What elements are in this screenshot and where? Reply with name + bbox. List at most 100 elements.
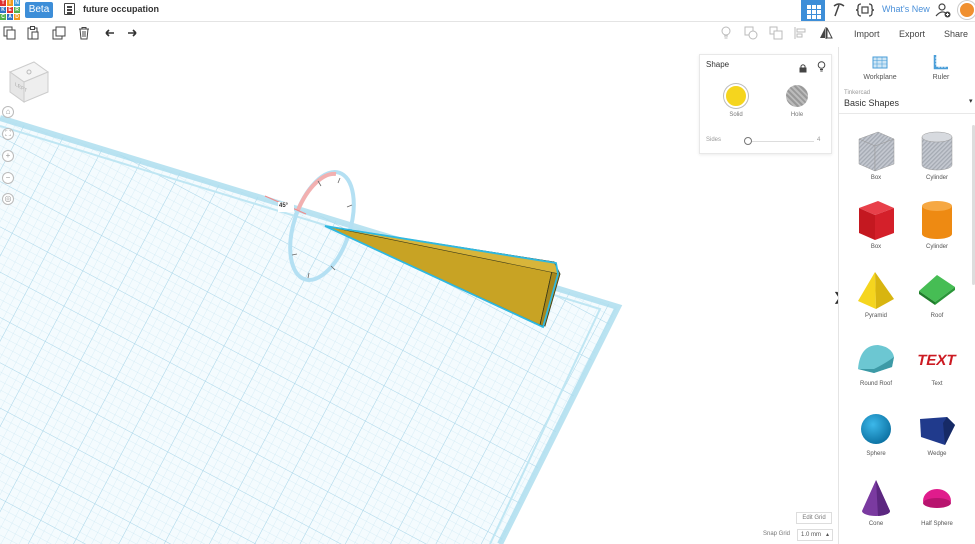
codeblocks-icon[interactable] — [855, 2, 875, 19]
shape-sphere[interactable]: Sphere — [846, 409, 906, 457]
cylinder-hole-icon — [921, 131, 953, 171]
perspective-icon[interactable]: ◎ — [2, 193, 14, 205]
inspector-title: Shape — [706, 60, 730, 69]
import-button[interactable]: Import — [854, 29, 880, 39]
view-cube[interactable]: LEFT — [8, 60, 50, 104]
logo-letter: I — [7, 0, 13, 6]
mirror-icon[interactable] — [818, 26, 834, 42]
logo-letter: C — [0, 14, 6, 20]
build-pickaxe-icon[interactable] — [830, 2, 848, 19]
tinkercad-app: T I N K E R C A D Beta future occupation… — [0, 0, 975, 544]
3d-view-button[interactable] — [801, 0, 825, 21]
snap-grid-label: Snap Grid — [763, 531, 791, 537]
shape-label: Box — [870, 175, 882, 181]
home-view-icon[interactable]: ⌂ — [2, 106, 14, 118]
zoom-out-icon[interactable]: − — [2, 172, 14, 184]
edit-grid-button[interactable]: Edit Grid — [796, 512, 832, 524]
caret-icon: ▴ — [825, 532, 829, 538]
duplicate-icon[interactable] — [51, 26, 67, 42]
tinkercad-logo[interactable]: T I N K E R C A D — [0, 0, 20, 20]
sides-slider-track[interactable] — [748, 141, 814, 142]
sides-value[interactable]: 4 — [817, 137, 820, 143]
library-select[interactable]: Basic Shapes — [844, 98, 899, 108]
copy-icon[interactable] — [2, 26, 18, 42]
workplane-label: Workplane — [863, 74, 897, 81]
zoom-in-icon[interactable]: + — [2, 150, 14, 162]
wedge-icon — [920, 417, 955, 445]
shape-inspector: Shape Solid Hole Sides 4 — [699, 54, 832, 154]
undo-icon[interactable] — [101, 26, 117, 42]
roof-icon — [919, 275, 955, 305]
ungroup-icon[interactable] — [768, 26, 784, 42]
shape-label: Cylinder — [925, 175, 948, 181]
workplane-button[interactable]: Workplane — [855, 53, 905, 81]
logo-letter: E — [7, 7, 13, 13]
fit-view-icon[interactable]: ⛶ — [2, 128, 14, 140]
chevron-down-icon[interactable]: ▾ — [969, 97, 973, 105]
box-icon — [859, 201, 894, 240]
library-source: Tinkercad — [844, 90, 871, 96]
cylinder-icon — [922, 201, 952, 239]
shape-text[interactable]: TEXT Text — [907, 339, 967, 387]
shape-label: Cone — [868, 521, 884, 527]
share-button[interactable]: Share — [944, 29, 968, 39]
shape-label: Pyramid — [864, 313, 887, 319]
snap-grid-select[interactable]: 1.0 mm ▴ — [797, 529, 833, 541]
light-bulb-icon[interactable] — [718, 26, 734, 42]
add-user-icon[interactable] — [935, 2, 951, 18]
align-icon[interactable] — [793, 26, 809, 42]
hole-label: Hole — [790, 112, 804, 118]
hole-swatch[interactable] — [786, 85, 808, 107]
shape-wedge[interactable]: Wedge — [907, 409, 967, 457]
paste-icon[interactable] — [25, 26, 41, 42]
shape-cylinder-hole[interactable]: Cylinder — [907, 129, 967, 181]
shape-label: Half Sphere — [921, 521, 953, 527]
ruler-icon — [932, 53, 950, 71]
design-title[interactable]: future occupation — [83, 4, 159, 14]
logo-letter: K — [0, 7, 6, 13]
design-menu-icon[interactable] — [64, 3, 75, 15]
solid-color-swatch[interactable] — [724, 84, 748, 108]
ruler-button[interactable]: Ruler — [916, 53, 966, 81]
export-button[interactable]: Export — [899, 29, 925, 39]
lock-icon[interactable] — [799, 60, 807, 73]
shape-label: Text — [931, 381, 943, 387]
whats-new-link[interactable]: What's New — [882, 4, 930, 14]
beta-badge[interactable]: Beta — [25, 2, 53, 18]
shape-box-hole[interactable]: Box — [846, 129, 906, 181]
text-icon: TEXT — [915, 352, 958, 369]
panel-divider — [839, 113, 975, 114]
light-bulb-icon[interactable] — [817, 59, 826, 72]
logo-letter: T — [0, 0, 6, 6]
shape-label: Cylinder — [925, 244, 948, 250]
box-hole-icon — [858, 131, 895, 172]
shape-roof[interactable]: Roof — [907, 269, 967, 319]
round-roof-icon — [858, 345, 894, 373]
sphere-icon — [861, 414, 891, 444]
shape-half-sphere[interactable]: Half Sphere — [907, 477, 967, 527]
sides-slider-knob[interactable] — [744, 137, 752, 145]
logo-letter: D — [14, 14, 20, 20]
pyramid-icon — [858, 272, 894, 309]
shape-cylinder[interactable]: Cylinder — [907, 198, 967, 250]
half-sphere-icon — [923, 489, 951, 508]
text-shape-glyph: TEXT — [915, 352, 958, 369]
delete-icon[interactable] — [76, 26, 92, 42]
logo-letter: A — [7, 14, 13, 20]
logo-letter: R — [14, 7, 20, 13]
logo-letter: N — [14, 0, 20, 6]
shape-box[interactable]: Box — [846, 198, 906, 250]
group-icon[interactable] — [743, 26, 759, 42]
shapes-panel: Workplane Ruler Tinkercad Basic Shapes ▾… — [838, 47, 975, 544]
shape-label: Round Roof — [859, 381, 893, 387]
redo-icon[interactable] — [125, 26, 141, 42]
shape-pyramid[interactable]: Pyramid — [846, 269, 906, 319]
shape-round-roof[interactable]: Round Roof — [846, 339, 906, 387]
edit-toolbar: Import Export Share — [0, 23, 975, 47]
solid-label: Solid — [729, 112, 743, 118]
rotation-angle-label: 45° — [279, 203, 289, 209]
user-avatar[interactable] — [958, 1, 975, 19]
shape-label: Box — [870, 244, 882, 250]
shape-cone[interactable]: Cone — [846, 477, 906, 527]
workplane-icon — [871, 53, 889, 71]
